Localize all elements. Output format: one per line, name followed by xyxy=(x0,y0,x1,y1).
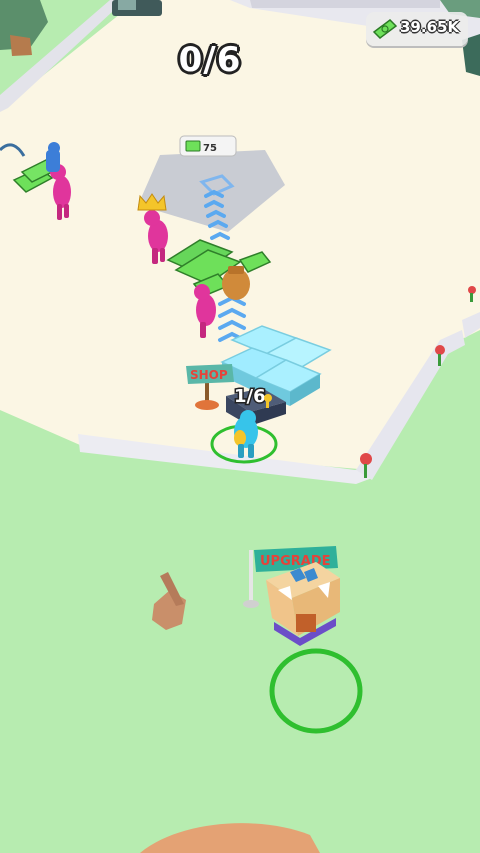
player-carry-counter: 1/6 xyxy=(234,386,266,407)
shop-sign-text: SHOP xyxy=(190,368,228,382)
collected-counter: 0/6 xyxy=(178,40,242,80)
money-amount: 39.65K xyxy=(400,18,460,36)
rock-decor-top xyxy=(112,0,162,16)
unlock-cost-text: 75 xyxy=(203,143,217,154)
money-display: 39.65K xyxy=(366,12,468,46)
game-world[interactable]: 75 SHOP 1/6 UPGRADE xyxy=(0,0,480,853)
game-screen[interactable]: 75 SHOP 1/6 UPGRADE 0/6 39.65K xyxy=(0,0,480,853)
unlock-cost-badge: 75 xyxy=(179,135,237,157)
cash-icon xyxy=(185,140,201,152)
wall-top-edge xyxy=(250,0,440,8)
cash-icon xyxy=(372,19,398,39)
